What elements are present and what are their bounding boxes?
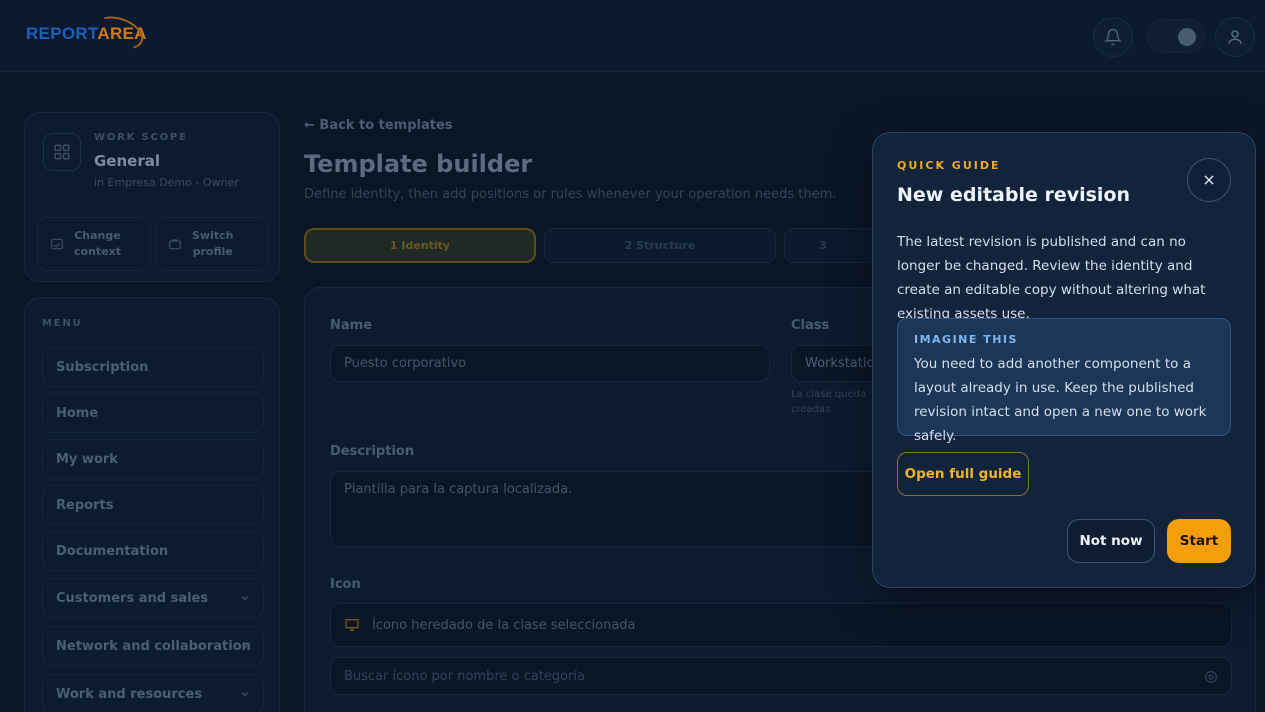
work-scope-card: WORK SCOPE General in Empresa Demo - Own…: [24, 112, 280, 282]
open-full-guide-button[interactable]: Open full guide: [897, 452, 1029, 496]
chevron-down-icon: [241, 644, 249, 649]
chevron-down-icon: [241, 596, 249, 601]
imagine-this-label: IMAGINE THIS: [914, 333, 1018, 346]
icon-preview-field[interactable]: Ícono heredado de la clase seleccionada: [330, 603, 1232, 647]
sidebar-item-label: Work and resources: [56, 686, 203, 702]
sidebar-item-home[interactable]: Home: [42, 393, 264, 433]
context-icon: [51, 238, 63, 250]
theme-toggle-knob: [1178, 28, 1196, 46]
class-hint-line-1: La clase queda: [791, 389, 867, 400]
sidebar-item-label: Home: [56, 405, 99, 421]
imagine-this-text: You need to add another component to a l…: [914, 356, 1207, 444]
sidebar-item-label: Customers and sales: [56, 590, 209, 606]
sidebar-item-subscription[interactable]: Subscription: [42, 347, 264, 387]
step-structure[interactable]: 2 Structure: [544, 228, 776, 263]
grid-icon: [43, 133, 81, 171]
sidebar-item-label: My work: [56, 451, 118, 467]
switch-profile-button[interactable]: Switch profile: [155, 217, 269, 271]
back-to-templates-link[interactable]: ← Back to templates: [304, 118, 453, 133]
change-context-button[interactable]: Change context: [37, 217, 151, 271]
sidebar-item-label: Documentation: [56, 543, 169, 559]
chevron-down-icon: [241, 692, 249, 697]
quick-guide-eyebrow: QUICK GUIDE: [897, 159, 1001, 172]
description-label: Description: [330, 444, 415, 459]
notifications-button[interactable]: [1093, 17, 1133, 57]
briefcase-icon: [169, 239, 181, 250]
bell-icon: [1104, 28, 1122, 46]
class-label: Class: [791, 318, 830, 333]
sidebar-item-work-and-resources[interactable]: Work and resources: [42, 674, 264, 712]
quick-guide-body: The latest revision is published and can…: [897, 234, 1206, 322]
sidebar-item-label: Subscription: [56, 359, 149, 375]
work-scope-subtitle: in Empresa Demo - Owner: [94, 176, 239, 189]
sidebar-item-label: Network and collaboration: [56, 638, 251, 654]
icon-preview-value: Ícono heredado de la clase seleccionada: [372, 617, 636, 633]
sidebar-item-documentation[interactable]: Documentation: [42, 531, 264, 571]
work-scope-title: General: [94, 152, 160, 170]
name-input[interactable]: Puesto corporativo: [330, 345, 770, 382]
icon-label: Icon: [330, 577, 361, 592]
menu-label: MENU: [42, 318, 83, 329]
sidebar-menu: MENU Subscription Home My work Reports D…: [24, 297, 280, 712]
icon-search-input[interactable]: Buscar ícono por nombre o categoría: [330, 657, 1232, 695]
sidebar-item-my-work[interactable]: My work: [42, 439, 264, 479]
theme-toggle[interactable]: [1147, 19, 1205, 53]
name-label: Name: [330, 318, 373, 333]
name-input-value: Puesto corporativo: [344, 356, 467, 371]
user-icon: [1228, 30, 1242, 44]
class-hint: La clase queda creadas.: [791, 387, 866, 417]
work-scope-actions: Change context Switch profile: [37, 217, 269, 271]
class-select-value: Workstatio: [805, 356, 875, 371]
change-context-label: Change context: [74, 229, 121, 258]
close-button[interactable]: [1187, 158, 1231, 202]
monitor-icon: [345, 619, 359, 631]
imagine-this-box: IMAGINE THIS You need to add another com…: [897, 318, 1231, 444]
page-subtitle: Define identity, then add positions or r…: [304, 187, 837, 202]
quick-guide-dialog: QUICK GUIDE New editable revision The la…: [872, 132, 1256, 588]
sidebar-item-label: Reports: [56, 497, 114, 513]
sidebar-item-customers-and-sales[interactable]: Customers and sales: [42, 578, 264, 618]
sidebar-item-network-and-collaboration[interactable]: Network and collaboration: [42, 626, 264, 666]
page-title: Template builder: [304, 150, 533, 178]
sidebar-item-reports[interactable]: Reports: [42, 485, 264, 525]
quick-guide-title: New editable revision: [897, 184, 1131, 206]
step-3-label: 3: [819, 239, 827, 252]
user-menu-button[interactable]: [1215, 17, 1255, 57]
switch-profile-label: Switch profile: [192, 229, 234, 258]
icon-search-placeholder: Buscar ícono por nombre o categoría: [344, 668, 585, 684]
class-hint-line-2: creadas.: [791, 404, 834, 415]
step-identity[interactable]: 1 Identity: [304, 228, 536, 263]
work-scope-label: WORK SCOPE: [94, 132, 188, 143]
top-bar: REPORTAREA: [0, 0, 1265, 72]
brand-logo-part1: REPORT: [26, 24, 98, 43]
brand-logo-arc: [90, 10, 148, 56]
not-now-button[interactable]: Not now: [1067, 519, 1155, 563]
close-icon: [1204, 175, 1214, 185]
start-button[interactable]: Start: [1167, 519, 1231, 563]
description-value: Plantilla para la captura localizada.: [344, 482, 573, 497]
settings-icon: [1205, 671, 1217, 683]
